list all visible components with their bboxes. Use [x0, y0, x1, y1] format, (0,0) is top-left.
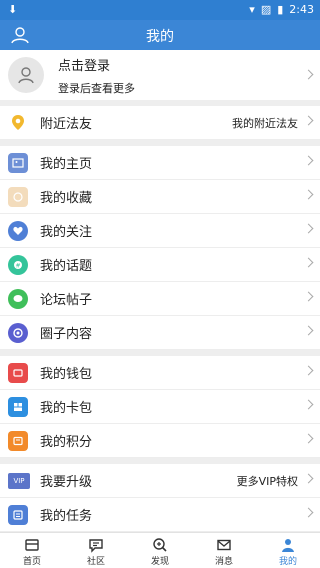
main-content: 点击登录 登录后查看更多 附近法友 我的附近法友 我的主页 我的收藏 我的关注 … — [0, 50, 320, 532]
menu-label: 我要升级 — [40, 475, 93, 490]
menu-item-upgrade[interactable]: VIP 我要升级 更多VIP特权 — [0, 464, 320, 498]
tab-label: 消息 — [214, 557, 233, 567]
menu-item-forum-posts[interactable]: 论坛帖子 — [0, 282, 320, 316]
menu-item-tasks[interactable]: 我的任务 — [0, 498, 320, 532]
menu-label: 我的收藏 — [40, 191, 93, 206]
chevron-right-icon — [303, 189, 314, 200]
chevron-right-icon — [303, 155, 314, 166]
topic-icon: # — [8, 254, 28, 275]
chevron-right-icon — [303, 399, 314, 410]
login-label: 点击登录 — [58, 58, 111, 74]
nearby-label: 附近法友 — [40, 117, 93, 132]
battery-icon: ▮ — [277, 3, 284, 16]
chevron-right-icon — [303, 115, 314, 126]
menu-item-following[interactable]: 我的关注 — [0, 214, 320, 248]
person-icon — [18, 67, 34, 84]
circle-icon — [8, 322, 28, 343]
nearby-right-text: 我的附近法友 — [232, 116, 298, 130]
location-pin-icon — [8, 113, 28, 133]
home-icon — [25, 539, 39, 551]
menu-label: 我的话题 — [40, 259, 93, 274]
chat-icon — [8, 288, 28, 309]
tab-label: 首页 — [22, 557, 41, 567]
menu-item-homepage[interactable]: 我的主页 — [0, 146, 320, 180]
chevron-right-icon — [303, 325, 314, 336]
vip-icon: VIP — [8, 472, 30, 489]
no-signal-icon: ▨ — [260, 3, 272, 16]
vip-privileges-text: 更多VIP特权 — [236, 474, 298, 488]
menu-item-card-pack[interactable]: 我的卡包 — [0, 390, 320, 424]
menu-label: 我的关注 — [40, 225, 93, 240]
chevron-right-icon — [303, 223, 314, 234]
tab-messages[interactable]: 消息 — [192, 533, 256, 568]
menu-label: 论坛帖子 — [40, 293, 93, 308]
menu-label: 我的卡包 — [40, 401, 93, 416]
menu-item-favorites[interactable]: 我的收藏 — [0, 180, 320, 214]
chevron-right-icon — [303, 365, 314, 376]
discover-icon — [153, 538, 167, 552]
me-icon — [282, 539, 294, 552]
points-icon — [8, 430, 28, 451]
heart-icon — [8, 220, 28, 241]
menu-group-1: 我的主页 我的收藏 我的关注 # 我的话题 论坛帖子 圈子内容 — [0, 146, 320, 350]
task-icon — [8, 504, 28, 525]
tab-label: 我的 — [278, 557, 297, 567]
page-title: 我的 — [146, 29, 174, 45]
chevron-right-icon — [303, 507, 314, 518]
download-icon: ⬇ — [8, 3, 18, 16]
chevron-right-icon — [303, 473, 314, 484]
avatar — [8, 57, 44, 93]
tab-discover[interactable]: 发现 — [128, 533, 192, 568]
menu-item-points[interactable]: 我的积分 — [0, 424, 320, 458]
menu-label: 我的积分 — [40, 435, 93, 450]
tab-me[interactable]: 我的 — [256, 533, 320, 568]
menu-label: 我的任务 — [40, 509, 93, 524]
wallet-icon — [8, 362, 28, 383]
menu-label: 我的主页 — [40, 157, 93, 172]
favorite-icon — [8, 186, 28, 207]
card-icon — [8, 396, 28, 417]
menu-group-3: VIP 我要升级 更多VIP特权 我的任务 — [0, 464, 320, 532]
chevron-right-icon — [303, 69, 314, 80]
menu-item-circle-content[interactable]: 圈子内容 — [0, 316, 320, 350]
tab-label: 社区 — [86, 557, 105, 567]
tab-home[interactable]: 首页 — [0, 533, 64, 568]
chevron-right-icon — [303, 257, 314, 268]
menu-label: 我的钱包 — [40, 367, 93, 382]
menu-item-wallet[interactable]: 我的钱包 — [0, 356, 320, 390]
menu-item-topics[interactable]: # 我的话题 — [0, 248, 320, 282]
chevron-right-icon — [303, 291, 314, 302]
nearby-row[interactable]: 附近法友 我的附近法友 — [0, 106, 320, 140]
bottom-nav: 首页 社区 发现 消息 我的 — [0, 532, 320, 568]
status-bar: ⬇ ▾ ▨ ▮ 2:43 — [0, 0, 320, 20]
menu-label: 圈子内容 — [40, 327, 93, 342]
login-row[interactable]: 点击登录 登录后查看更多 — [0, 50, 320, 100]
tab-label: 发现 — [150, 557, 169, 567]
wifi-icon: ▾ — [249, 3, 255, 16]
home-card-icon — [8, 152, 28, 173]
login-subtext: 登录后查看更多 — [58, 81, 135, 95]
svg-text:#: # — [15, 262, 20, 269]
header: 我的 — [0, 20, 320, 50]
menu-group-2: 我的钱包 我的卡包 我的积分 — [0, 356, 320, 458]
message-icon — [217, 539, 231, 551]
status-time: 2:43 — [289, 3, 314, 16]
community-icon — [89, 539, 103, 553]
tab-community[interactable]: 社区 — [64, 533, 128, 568]
chevron-right-icon — [303, 433, 314, 444]
